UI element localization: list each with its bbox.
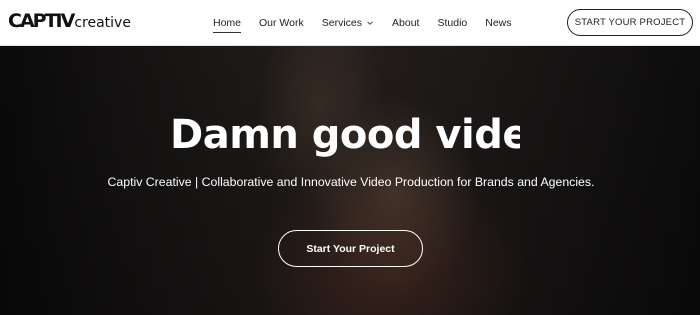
nav-item-services-label: Services (321, 17, 363, 29)
hero-section: Damn good videos Captiv Creative | Colla… (0, 46, 700, 315)
start-project-header-button[interactable]: START YOUR PROJECT (567, 9, 693, 36)
nav-item-about[interactable]: About (392, 13, 419, 33)
start-project-hero-button[interactable]: Start Your Project (278, 230, 423, 267)
nav-item-studio[interactable]: Studio (437, 13, 467, 33)
nav-item-our-work[interactable]: Our Work (259, 13, 304, 33)
chevron-down-icon (367, 21, 373, 25)
hero-subheadline: Captiv Creative | Collaborative and Inno… (107, 175, 595, 189)
hero-headline: Damn good videos (170, 112, 520, 158)
logo-wordmark-light: creative (74, 15, 131, 31)
nav-item-services[interactable]: Services (322, 13, 374, 33)
nav-item-news[interactable]: News (485, 13, 511, 33)
logo-wordmark-bold: CAPTIV (8, 10, 75, 32)
logo[interactable]: CAPTIV creative (8, 10, 131, 34)
nav-item-home[interactable]: Home (213, 13, 242, 33)
site-header: CAPTIV creative Home Our Work Services A… (0, 0, 700, 46)
hero-headline-container: Damn good videos (170, 110, 520, 160)
main-nav: Home Our Work Services About Studio News (213, 0, 530, 46)
